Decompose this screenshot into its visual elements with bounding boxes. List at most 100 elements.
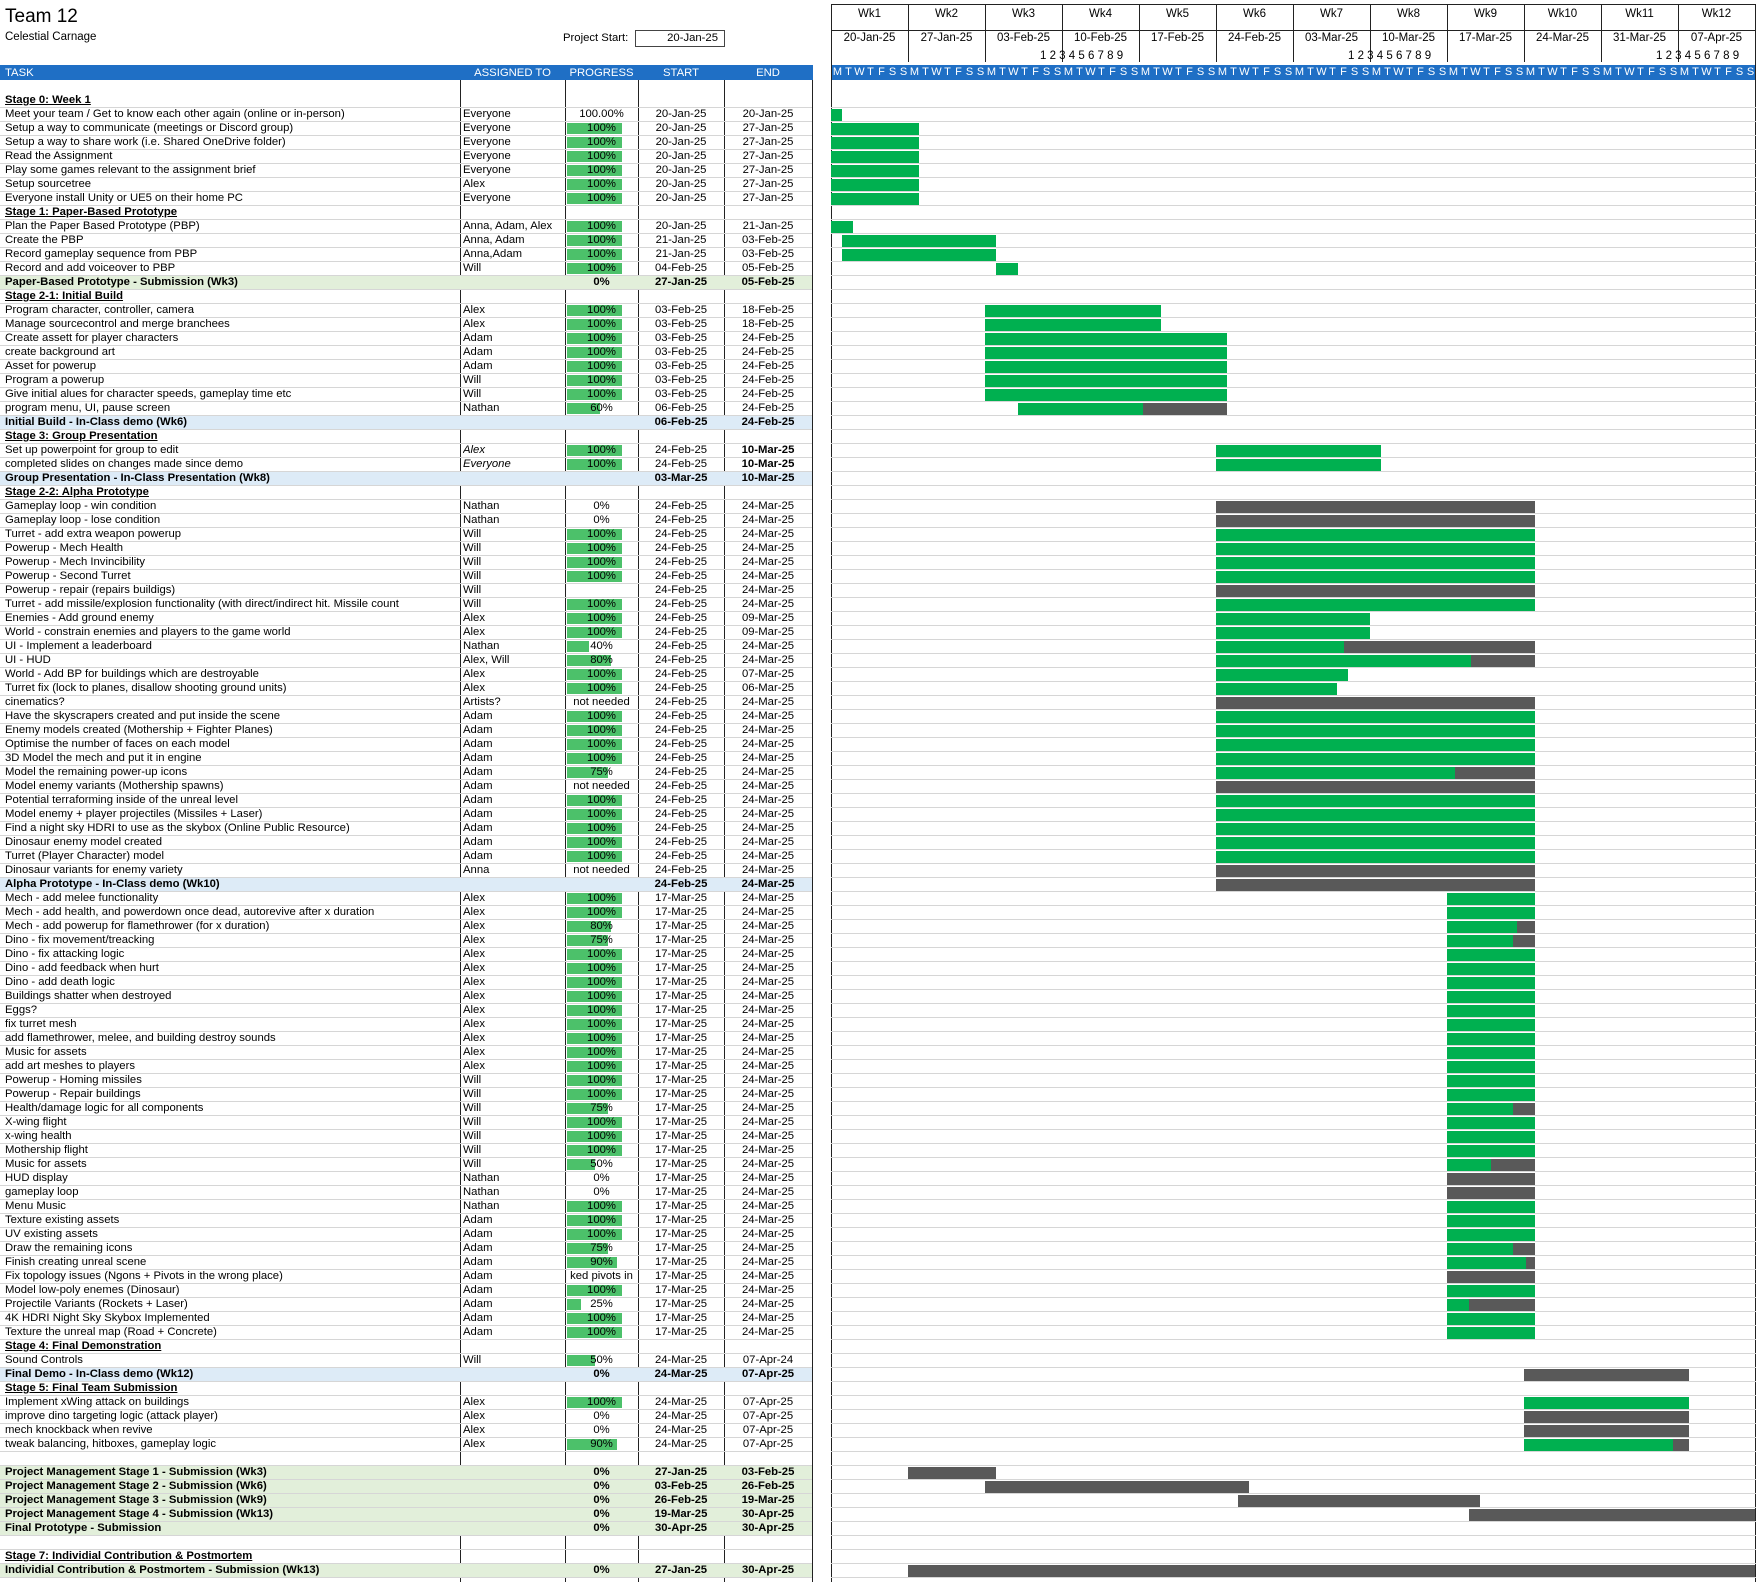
start-date[interactable]: 03-Feb-25 bbox=[640, 388, 722, 402]
gantt-bar-complete[interactable] bbox=[831, 221, 853, 233]
gantt-bar-complete[interactable] bbox=[1447, 1313, 1535, 1325]
gantt-bar-remaining[interactable] bbox=[1447, 1187, 1535, 1199]
progress-cell[interactable]: 0% bbox=[566, 1564, 637, 1578]
end-date[interactable]: 10-Mar-25 bbox=[726, 458, 810, 472]
task-name[interactable]: Texture existing assets bbox=[5, 1214, 457, 1228]
assigned-to[interactable]: Alex bbox=[463, 990, 563, 1004]
assigned-to[interactable]: Adam bbox=[463, 808, 563, 822]
assigned-to[interactable]: Nathan bbox=[463, 402, 563, 416]
gantt-bar-remaining[interactable] bbox=[1216, 865, 1535, 877]
gantt-bar-complete[interactable] bbox=[1216, 795, 1535, 807]
end-date[interactable]: 24-Mar-25 bbox=[726, 710, 810, 724]
progress-cell[interactable] bbox=[566, 584, 637, 598]
gantt-bar-remaining[interactable] bbox=[1673, 1439, 1689, 1451]
task-name[interactable]: 3D Model the mech and put it in engine bbox=[5, 752, 457, 766]
gantt-bar-remaining[interactable] bbox=[1513, 1103, 1535, 1115]
gantt-bar-complete[interactable] bbox=[831, 165, 919, 177]
task-name[interactable]: Asset for powerup bbox=[5, 360, 457, 374]
start-date[interactable]: 17-Mar-25 bbox=[640, 1018, 722, 1032]
assigned-to[interactable]: Will bbox=[463, 1074, 563, 1088]
assigned-to[interactable]: Will bbox=[463, 388, 563, 402]
stage-title[interactable]: Stage 7: Individial Contribution & Postm… bbox=[5, 1550, 457, 1564]
gantt-bar-complete[interactable] bbox=[1216, 627, 1370, 639]
week-label[interactable]: Wk12 bbox=[1678, 8, 1755, 20]
task-name[interactable]: UV existing assets bbox=[5, 1228, 457, 1242]
end-date[interactable]: 24-Mar-25 bbox=[726, 654, 810, 668]
task-row[interactable]: Powerup - Second Turret Will 100% 24-Feb-25… bbox=[0, 570, 1756, 584]
end-date[interactable]: 24-Feb-25 bbox=[726, 388, 810, 402]
task-name[interactable]: Everyone install Unity or UE5 on their h… bbox=[5, 192, 457, 206]
end-date[interactable]: 24-Mar-25 bbox=[726, 948, 810, 962]
gantt-bar-complete[interactable] bbox=[1216, 683, 1337, 695]
task-row[interactable]: mech knockback when revive Alex 0% 24-Mar-2… bbox=[0, 1424, 1756, 1438]
progress-cell[interactable]: 100% bbox=[566, 668, 637, 682]
task-name[interactable]: Enemies - Add ground enemy bbox=[5, 612, 457, 626]
end-date[interactable]: 24-Mar-25 bbox=[726, 1074, 810, 1088]
progress-cell[interactable]: 100% bbox=[566, 738, 637, 752]
progress-cell[interactable]: not needed bbox=[566, 780, 637, 794]
assigned-to[interactable]: Will bbox=[463, 556, 563, 570]
task-name[interactable]: Project Management Stage 2 - Submission … bbox=[5, 1480, 457, 1494]
progress-cell[interactable]: 0% bbox=[566, 276, 637, 290]
task-name[interactable]: Music for assets bbox=[5, 1158, 457, 1172]
task-name[interactable]: Final Prototype - Submission bbox=[5, 1522, 457, 1536]
assigned-to[interactable]: Adam bbox=[463, 1312, 563, 1326]
start-date[interactable]: 24-Feb-25 bbox=[640, 458, 722, 472]
progress-cell[interactable]: 40% bbox=[566, 640, 637, 654]
assigned-to[interactable]: Adam bbox=[463, 1214, 563, 1228]
progress-cell[interactable]: not needed bbox=[566, 864, 637, 878]
gantt-bar-remaining[interactable] bbox=[1216, 697, 1535, 709]
end-date[interactable]: 07-Apr-25 bbox=[726, 1410, 810, 1424]
task-name[interactable]: Record and add voiceover to PBP bbox=[5, 262, 457, 276]
task-row[interactable]: Turret (Player Character) model Adam 100% 2… bbox=[0, 850, 1756, 864]
assigned-to[interactable]: Alex bbox=[463, 1004, 563, 1018]
progress-cell[interactable]: 100% bbox=[566, 822, 637, 836]
start-date[interactable]: 17-Mar-25 bbox=[640, 1228, 722, 1242]
start-date[interactable]: 03-Feb-25 bbox=[640, 332, 722, 346]
start-date[interactable]: 24-Feb-25 bbox=[640, 752, 722, 766]
task-name[interactable]: Powerup - Repair buildings bbox=[5, 1088, 457, 1102]
end-date[interactable]: 24-Mar-25 bbox=[726, 1088, 810, 1102]
progress-cell[interactable]: 0% bbox=[566, 514, 637, 528]
task-name[interactable]: Setup sourcetree bbox=[5, 178, 457, 192]
stage-title[interactable]: Stage 3: Group Presentation bbox=[5, 430, 457, 444]
end-date[interactable]: 24-Mar-25 bbox=[726, 1228, 810, 1242]
gantt-bar-complete[interactable] bbox=[1447, 1257, 1526, 1269]
assigned-to[interactable]: Adam bbox=[463, 346, 563, 360]
end-date[interactable]: 24-Mar-25 bbox=[726, 528, 810, 542]
progress-cell[interactable]: 60% bbox=[566, 402, 637, 416]
assigned-to[interactable]: Will bbox=[463, 374, 563, 388]
gantt-bar-complete[interactable] bbox=[1216, 445, 1381, 457]
task-row[interactable]: Model enemy variants (Mothership spawns)… bbox=[0, 780, 1756, 794]
progress-cell[interactable]: 100% bbox=[566, 192, 637, 206]
assigned-to[interactable]: Will bbox=[463, 598, 563, 612]
progress-cell[interactable]: 100% bbox=[566, 178, 637, 192]
task-row[interactable]: Turret - add extra weapon powerup Will 100… bbox=[0, 528, 1756, 542]
start-date[interactable]: 17-Mar-25 bbox=[640, 1116, 722, 1130]
assigned-to[interactable]: Alex bbox=[463, 178, 563, 192]
assigned-to[interactable]: Will bbox=[463, 1102, 563, 1116]
gantt-bar-complete[interactable] bbox=[1447, 1285, 1535, 1297]
assigned-to[interactable]: Anna, Adam, Alex bbox=[463, 220, 563, 234]
gantt-bar-complete[interactable] bbox=[1216, 529, 1535, 541]
task-name[interactable]: Health/damage logic for all components bbox=[5, 1102, 457, 1116]
task-row[interactable]: tweak balancing, hitboxes, gameplay logi… bbox=[0, 1438, 1756, 1452]
task-name[interactable]: World - constrain enemies and players to… bbox=[5, 626, 457, 640]
gantt-bar-complete[interactable] bbox=[985, 389, 1227, 401]
end-date[interactable]: 24-Mar-25 bbox=[726, 808, 810, 822]
gantt-bar-remaining[interactable] bbox=[1216, 585, 1535, 597]
progress-cell[interactable]: 100% bbox=[566, 1200, 637, 1214]
assigned-to[interactable]: Alex bbox=[463, 1060, 563, 1074]
start-date[interactable]: 03-Feb-25 bbox=[640, 374, 722, 388]
task-row[interactable]: fix turret mesh Alex 100% 17-Mar-25 24-Mar-2… bbox=[0, 1018, 1756, 1032]
start-date[interactable]: 04-Feb-25 bbox=[640, 262, 722, 276]
week-label[interactable]: Wk6 bbox=[1216, 8, 1293, 20]
assigned-to[interactable]: Nathan bbox=[463, 514, 563, 528]
end-date[interactable]: 07-Apr-24 bbox=[726, 1354, 810, 1368]
start-date[interactable]: 17-Mar-25 bbox=[640, 990, 722, 1004]
assigned-to[interactable]: Will bbox=[463, 528, 563, 542]
end-date[interactable]: 24-Mar-25 bbox=[726, 934, 810, 948]
task-name[interactable]: fix turret mesh bbox=[5, 1018, 457, 1032]
task-name[interactable]: Model low-poly enemes (Dinosaur) bbox=[5, 1284, 457, 1298]
gantt-bar-complete[interactable] bbox=[1216, 711, 1535, 723]
